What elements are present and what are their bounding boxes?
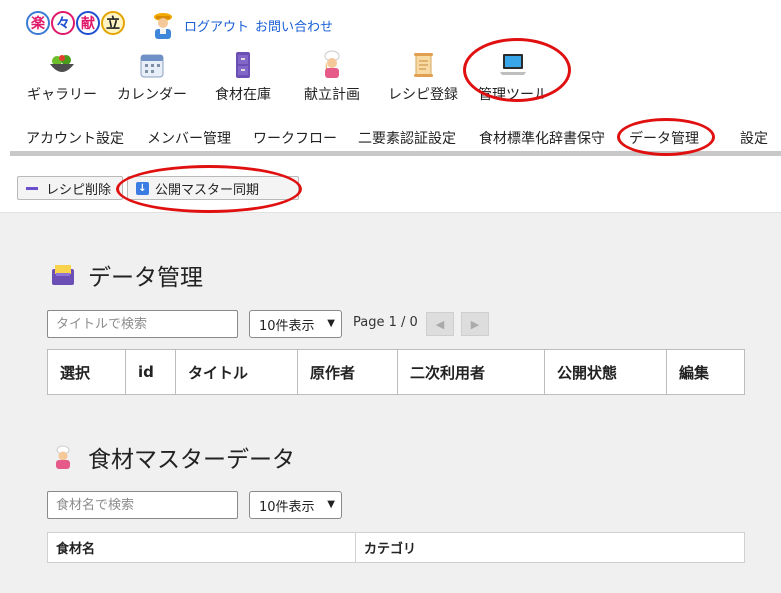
recipe-table: 選択 id タイトル 原作者 二次利用者 公開状態 編集 xyxy=(47,349,745,395)
column-header[interactable]: id xyxy=(125,349,176,395)
header-divider xyxy=(0,212,781,213)
subnav-workflow[interactable]: ワークフロー xyxy=(253,128,337,148)
sub-nav: アカウント設定 メンバー管理 ワークフロー 二要素認証設定 食材標準化辞書保守 … xyxy=(10,118,781,156)
minus-icon xyxy=(26,186,38,190)
logout-link[interactable]: ログアウト xyxy=(184,16,249,35)
calendar-icon xyxy=(140,54,164,78)
table-header-row: 選択 id タイトル 原作者 二次利用者 公開状態 編集 xyxy=(47,349,745,395)
title-search-input[interactable] xyxy=(47,310,238,338)
delete-recipe-button[interactable]: レシピ削除 xyxy=(17,176,123,200)
nav-label: カレンダー xyxy=(117,87,187,103)
table-header-row: 食材名 カテゴリ xyxy=(47,532,745,563)
nav-admin-tools[interactable]: 管理ツール xyxy=(478,50,548,104)
page-info: Page 1 / 0 xyxy=(353,315,418,330)
page-size-value: 10件表示 xyxy=(259,318,315,334)
card-box-icon xyxy=(52,265,74,285)
page-size-select[interactable]: 10件表示 ▼ xyxy=(249,310,342,338)
triangle-right-icon: ▶ xyxy=(470,317,480,331)
nav-label: 管理ツール xyxy=(478,87,548,103)
logo-char: 献 xyxy=(76,11,100,35)
nav-recipe-register[interactable]: レシピ登録 xyxy=(388,50,458,104)
next-page-button[interactable]: ▶ xyxy=(461,312,489,336)
column-header[interactable]: 原作者 xyxy=(297,349,398,395)
nav-label: レシピ登録 xyxy=(388,87,458,103)
page-size-value: 10件表示 xyxy=(259,499,315,515)
column-header[interactable]: 編集 xyxy=(666,349,745,395)
food-section-title: 食材マスターデータ xyxy=(50,440,295,474)
toolbar: レシピ削除 ↓ 公開マスター同期 xyxy=(17,176,299,200)
app-header: 楽 々 献 立 ログアウト お問い合わせ ギャラリー カレンダー 食材在庫 献立… xyxy=(0,0,781,213)
nav-gallery[interactable]: ギャラリー xyxy=(27,50,97,104)
cabinet-icon xyxy=(236,52,250,78)
sync-public-master-button[interactable]: ↓ 公開マスター同期 xyxy=(127,176,299,200)
logo-char: 々 xyxy=(51,11,75,35)
prev-page-button[interactable]: ◀ xyxy=(426,312,454,336)
cook-icon xyxy=(56,445,70,469)
subnav-account-settings[interactable]: アカウント設定 xyxy=(26,128,124,148)
section-title-text: 食材マスターデータ xyxy=(88,447,295,473)
chevron-down-icon: ▼ xyxy=(327,499,335,510)
laptop-icon xyxy=(500,54,526,75)
logo-char: 楽 xyxy=(26,11,50,35)
cook-icon xyxy=(324,50,340,78)
subnav-settings[interactable]: 設定 xyxy=(740,128,768,148)
ingredient-table: 食材名 カテゴリ xyxy=(47,532,745,563)
chevron-down-icon: ▼ xyxy=(327,318,335,329)
nav-ingredient-stock[interactable]: 食材在庫 xyxy=(215,50,271,104)
column-header[interactable]: 選択 xyxy=(47,349,126,395)
nav-label: 献立計画 xyxy=(304,87,360,103)
section-title-text: データ管理 xyxy=(88,265,203,291)
data-section-title: データ管理 xyxy=(50,258,203,292)
subnav-data-management[interactable]: データ管理 xyxy=(629,128,699,148)
column-header[interactable]: 食材名 xyxy=(47,532,356,563)
nav-menu-plan[interactable]: 献立計画 xyxy=(304,50,360,104)
user-avatar-icon xyxy=(154,13,172,39)
subnav-ingredient-dictionary[interactable]: 食材標準化辞書保守 xyxy=(479,128,605,148)
download-icon: ↓ xyxy=(136,181,149,195)
delete-recipe-label: レシピ削除 xyxy=(46,182,112,198)
nav-label: ギャラリー xyxy=(27,87,97,103)
contact-link[interactable]: お問い合わせ xyxy=(255,16,333,35)
column-header[interactable]: カテゴリ xyxy=(355,532,745,563)
scroll-icon xyxy=(414,53,433,77)
main-nav: ギャラリー カレンダー 食材在庫 献立計画 レシピ登録 管理ツール xyxy=(0,50,781,110)
column-header[interactable]: 公開状態 xyxy=(544,349,667,395)
column-header[interactable]: タイトル xyxy=(175,349,298,395)
column-header[interactable]: 二次利用者 xyxy=(397,349,545,395)
triangle-left-icon: ◀ xyxy=(435,317,445,331)
ingredient-search-input[interactable] xyxy=(47,491,238,519)
salad-bowl-icon xyxy=(50,55,74,72)
nav-calendar[interactable]: カレンダー xyxy=(117,50,187,104)
subnav-member-management[interactable]: メンバー管理 xyxy=(147,128,231,148)
subnav-two-factor[interactable]: 二要素認証設定 xyxy=(358,128,456,148)
app-logo[interactable]: 楽 々 献 立 xyxy=(26,11,125,35)
nav-label: 食材在庫 xyxy=(215,87,271,103)
logo-char: 立 xyxy=(101,11,125,35)
page-size-select[interactable]: 10件表示 ▼ xyxy=(249,491,342,519)
sync-public-master-label: 公開マスター同期 xyxy=(155,182,260,198)
